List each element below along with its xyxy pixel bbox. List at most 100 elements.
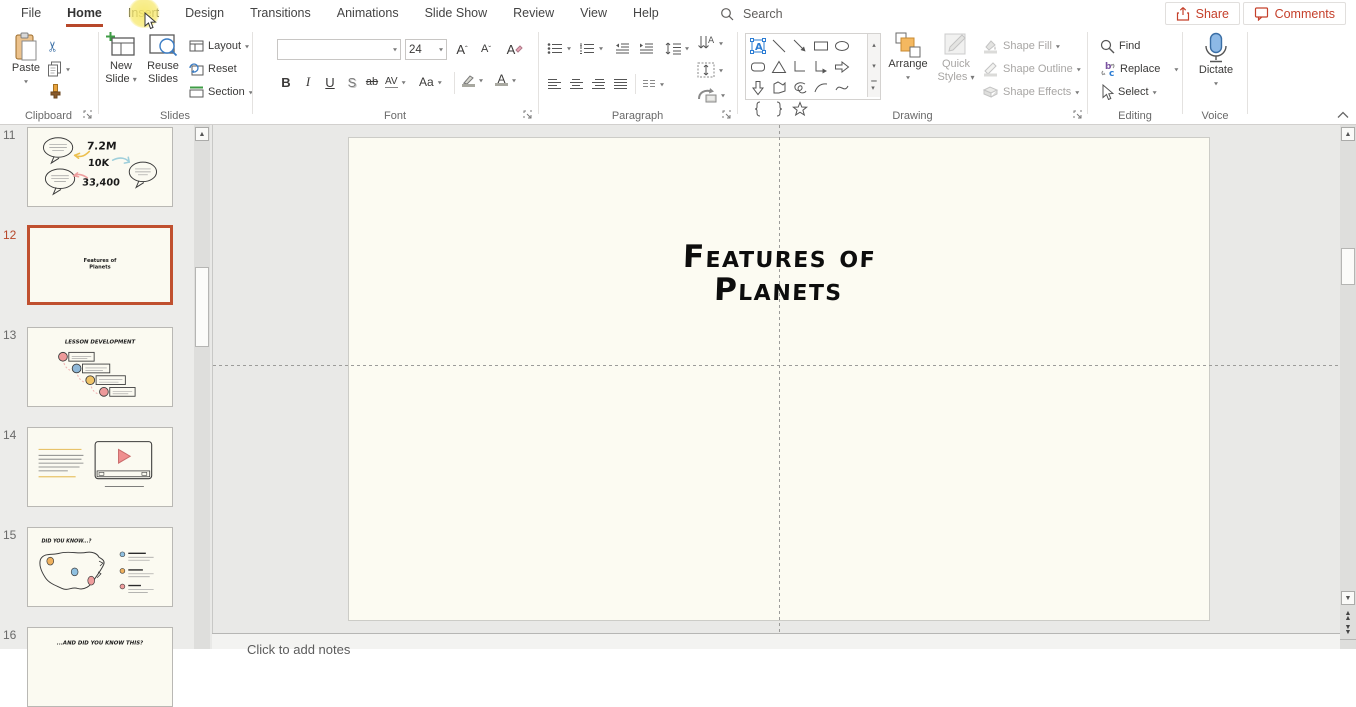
find-button[interactable]: Find	[1100, 36, 1140, 56]
align-text-button[interactable]: ▾	[697, 60, 723, 80]
format-painter-button[interactable]	[47, 82, 63, 102]
text-shadow-button[interactable]: S	[342, 72, 362, 92]
shape-elbow-connector[interactable]	[789, 56, 810, 77]
svg-text:c: c	[1109, 69, 1114, 77]
italic-button[interactable]: I	[298, 72, 318, 92]
next-slide-button[interactable]: ▼▼	[1342, 625, 1354, 635]
shape-right-arrow[interactable]	[831, 56, 852, 77]
shape-triangle[interactable]	[768, 56, 789, 77]
shape-elbow-arrow-connector[interactable]	[810, 56, 831, 77]
tab-animations[interactable]: Animations	[324, 0, 412, 27]
shape-rounded-rectangle[interactable]	[747, 56, 768, 77]
slide-thumbnail-13[interactable]: LESSON DEVELOPMENT	[27, 327, 173, 407]
notes-placeholder: Click to add notes	[247, 642, 350, 657]
decrease-indent-button[interactable]	[615, 38, 630, 58]
section-button[interactable]: Section ▾	[189, 82, 253, 102]
share-button[interactable]: Share	[1165, 2, 1240, 25]
justify-button[interactable]	[613, 74, 627, 94]
align-center-button[interactable]	[569, 74, 583, 94]
tab-transitions[interactable]: Transitions	[237, 0, 324, 27]
select-button[interactable]: Select ▾	[1100, 82, 1157, 102]
quick-styles-label-1: Quick	[942, 58, 970, 71]
layout-button[interactable]: Layout ▾	[189, 36, 249, 56]
convert-smartart-button[interactable]: ▾	[697, 85, 725, 105]
scroll-up-button[interactable]: ▲	[195, 127, 209, 141]
decrease-font-size-button[interactable]: Aˇ	[476, 39, 496, 59]
reuse-slides-button[interactable]: Reuse Slides	[142, 32, 184, 86]
canvas-scrollbar[interactable]: ▲ ▼ ▲▲ ▼▼	[1340, 125, 1356, 649]
dictate-button[interactable]: Dictate ▾	[1193, 32, 1239, 90]
thumbnail-panel-scrollbar[interactable]: ▲	[194, 125, 210, 649]
slide-thumbnail-14[interactable]	[27, 427, 173, 507]
scroll-down-button[interactable]: ▼	[1341, 591, 1355, 605]
tab-view[interactable]: View	[567, 0, 620, 27]
bullets-button[interactable]: ▾	[547, 38, 571, 58]
underline-button[interactable]: U	[320, 72, 340, 92]
gallery-scroll-down[interactable]: ▾	[867, 55, 880, 76]
menu-bar: File Home Insert Design Transitions Anim…	[0, 0, 1356, 27]
tab-review[interactable]: Review	[500, 0, 567, 27]
tab-file[interactable]: File	[8, 0, 54, 27]
gallery-more-button[interactable]: ▔▾	[867, 76, 880, 97]
previous-slide-button[interactable]: ▲▲	[1342, 611, 1354, 621]
scrollbar-thumb[interactable]	[195, 267, 209, 347]
copy-button[interactable]: ▾	[47, 59, 70, 79]
slide-thumbnail-12-selected[interactable]: Features of Planets	[27, 225, 173, 305]
tab-design[interactable]: Design	[172, 0, 237, 27]
tab-home[interactable]: Home	[54, 0, 115, 27]
slide-thumbnail-15[interactable]: DID YOU KNOW...?	[27, 527, 173, 607]
text-direction-button[interactable]: A ▾	[697, 33, 723, 53]
reset-button[interactable]: Reset	[189, 59, 237, 79]
font-name-combo[interactable]: ▾	[277, 39, 401, 60]
arrange-button[interactable]: Arrange ▾	[886, 32, 930, 84]
drawing-dialog-launcher[interactable]	[1073, 110, 1084, 121]
numbering-button[interactable]: ▾	[579, 38, 603, 58]
tab-slide-show[interactable]: Slide Show	[412, 0, 501, 27]
shape-rectangle[interactable]	[810, 35, 831, 56]
comments-button[interactable]: Comments	[1243, 2, 1346, 25]
collapse-ribbon-button[interactable]	[1337, 111, 1349, 119]
shape-scribble[interactable]	[789, 77, 810, 98]
increase-font-size-button[interactable]: Aˆ	[452, 39, 472, 59]
shape-oval[interactable]	[831, 35, 852, 56]
ribbon-tabs: File Home Insert Design Transitions Anim…	[8, 0, 672, 27]
dropdown-arrow-icon: ▾	[906, 72, 910, 82]
new-slide-button[interactable]: New Slide ▾	[100, 32, 142, 86]
paste-button[interactable]: Paste ▾	[6, 32, 46, 88]
clear-formatting-button[interactable]: A	[505, 39, 525, 59]
shape-arrow[interactable]	[789, 35, 810, 56]
slide-thumbnail-11[interactable]: 7.2M 10K 33,400	[27, 127, 173, 207]
scrollbar-thumb[interactable]	[1341, 248, 1355, 285]
line-spacing-button[interactable]: ▾	[665, 38, 689, 58]
cut-button[interactable]: ✂	[47, 36, 59, 56]
highlight-color-button[interactable]: ▾	[461, 70, 483, 90]
align-right-button[interactable]	[591, 74, 605, 94]
strikethrough-button[interactable]: ab	[362, 72, 382, 92]
font-size-combo[interactable]: 24 ▾	[405, 39, 447, 60]
bold-button[interactable]: B	[276, 72, 296, 92]
increase-indent-button[interactable]	[639, 38, 654, 58]
tab-insert[interactable]: Insert	[115, 0, 172, 27]
scroll-up-button[interactable]: ▲	[1341, 127, 1355, 141]
slide-thumbnail-16[interactable]: ...AND DID YOU KNOW THIS?	[27, 627, 173, 707]
shape-text-box[interactable]: A	[747, 35, 768, 56]
slide-title-textbox[interactable]: Features of Planets	[347, 241, 1211, 307]
gallery-scroll-up[interactable]: ▴	[867, 34, 880, 55]
font-dialog-launcher[interactable]	[523, 110, 534, 121]
replace-button[interactable]: b c Replace ▾	[1100, 59, 1178, 79]
shape-freeform[interactable]	[768, 77, 789, 98]
tab-help[interactable]: Help	[620, 0, 672, 27]
paragraph-dialog-launcher[interactable]	[722, 110, 733, 121]
font-color-button[interactable]: A ▾	[495, 70, 516, 90]
shape-arc[interactable]	[810, 77, 831, 98]
clipboard-dialog-launcher[interactable]	[83, 110, 94, 121]
shape-down-arrow[interactable]	[747, 77, 768, 98]
notes-pane[interactable]: Click to add notes	[212, 633, 1340, 649]
columns-button[interactable]: ▾	[642, 74, 664, 94]
search-input[interactable]: Search	[720, 0, 783, 27]
character-spacing-button[interactable]: AV ▾	[385, 72, 406, 92]
shape-curve[interactable]	[831, 77, 852, 98]
align-left-button[interactable]	[547, 74, 561, 94]
change-case-button[interactable]: Aa ▾	[419, 72, 442, 92]
shape-line[interactable]	[768, 35, 789, 56]
